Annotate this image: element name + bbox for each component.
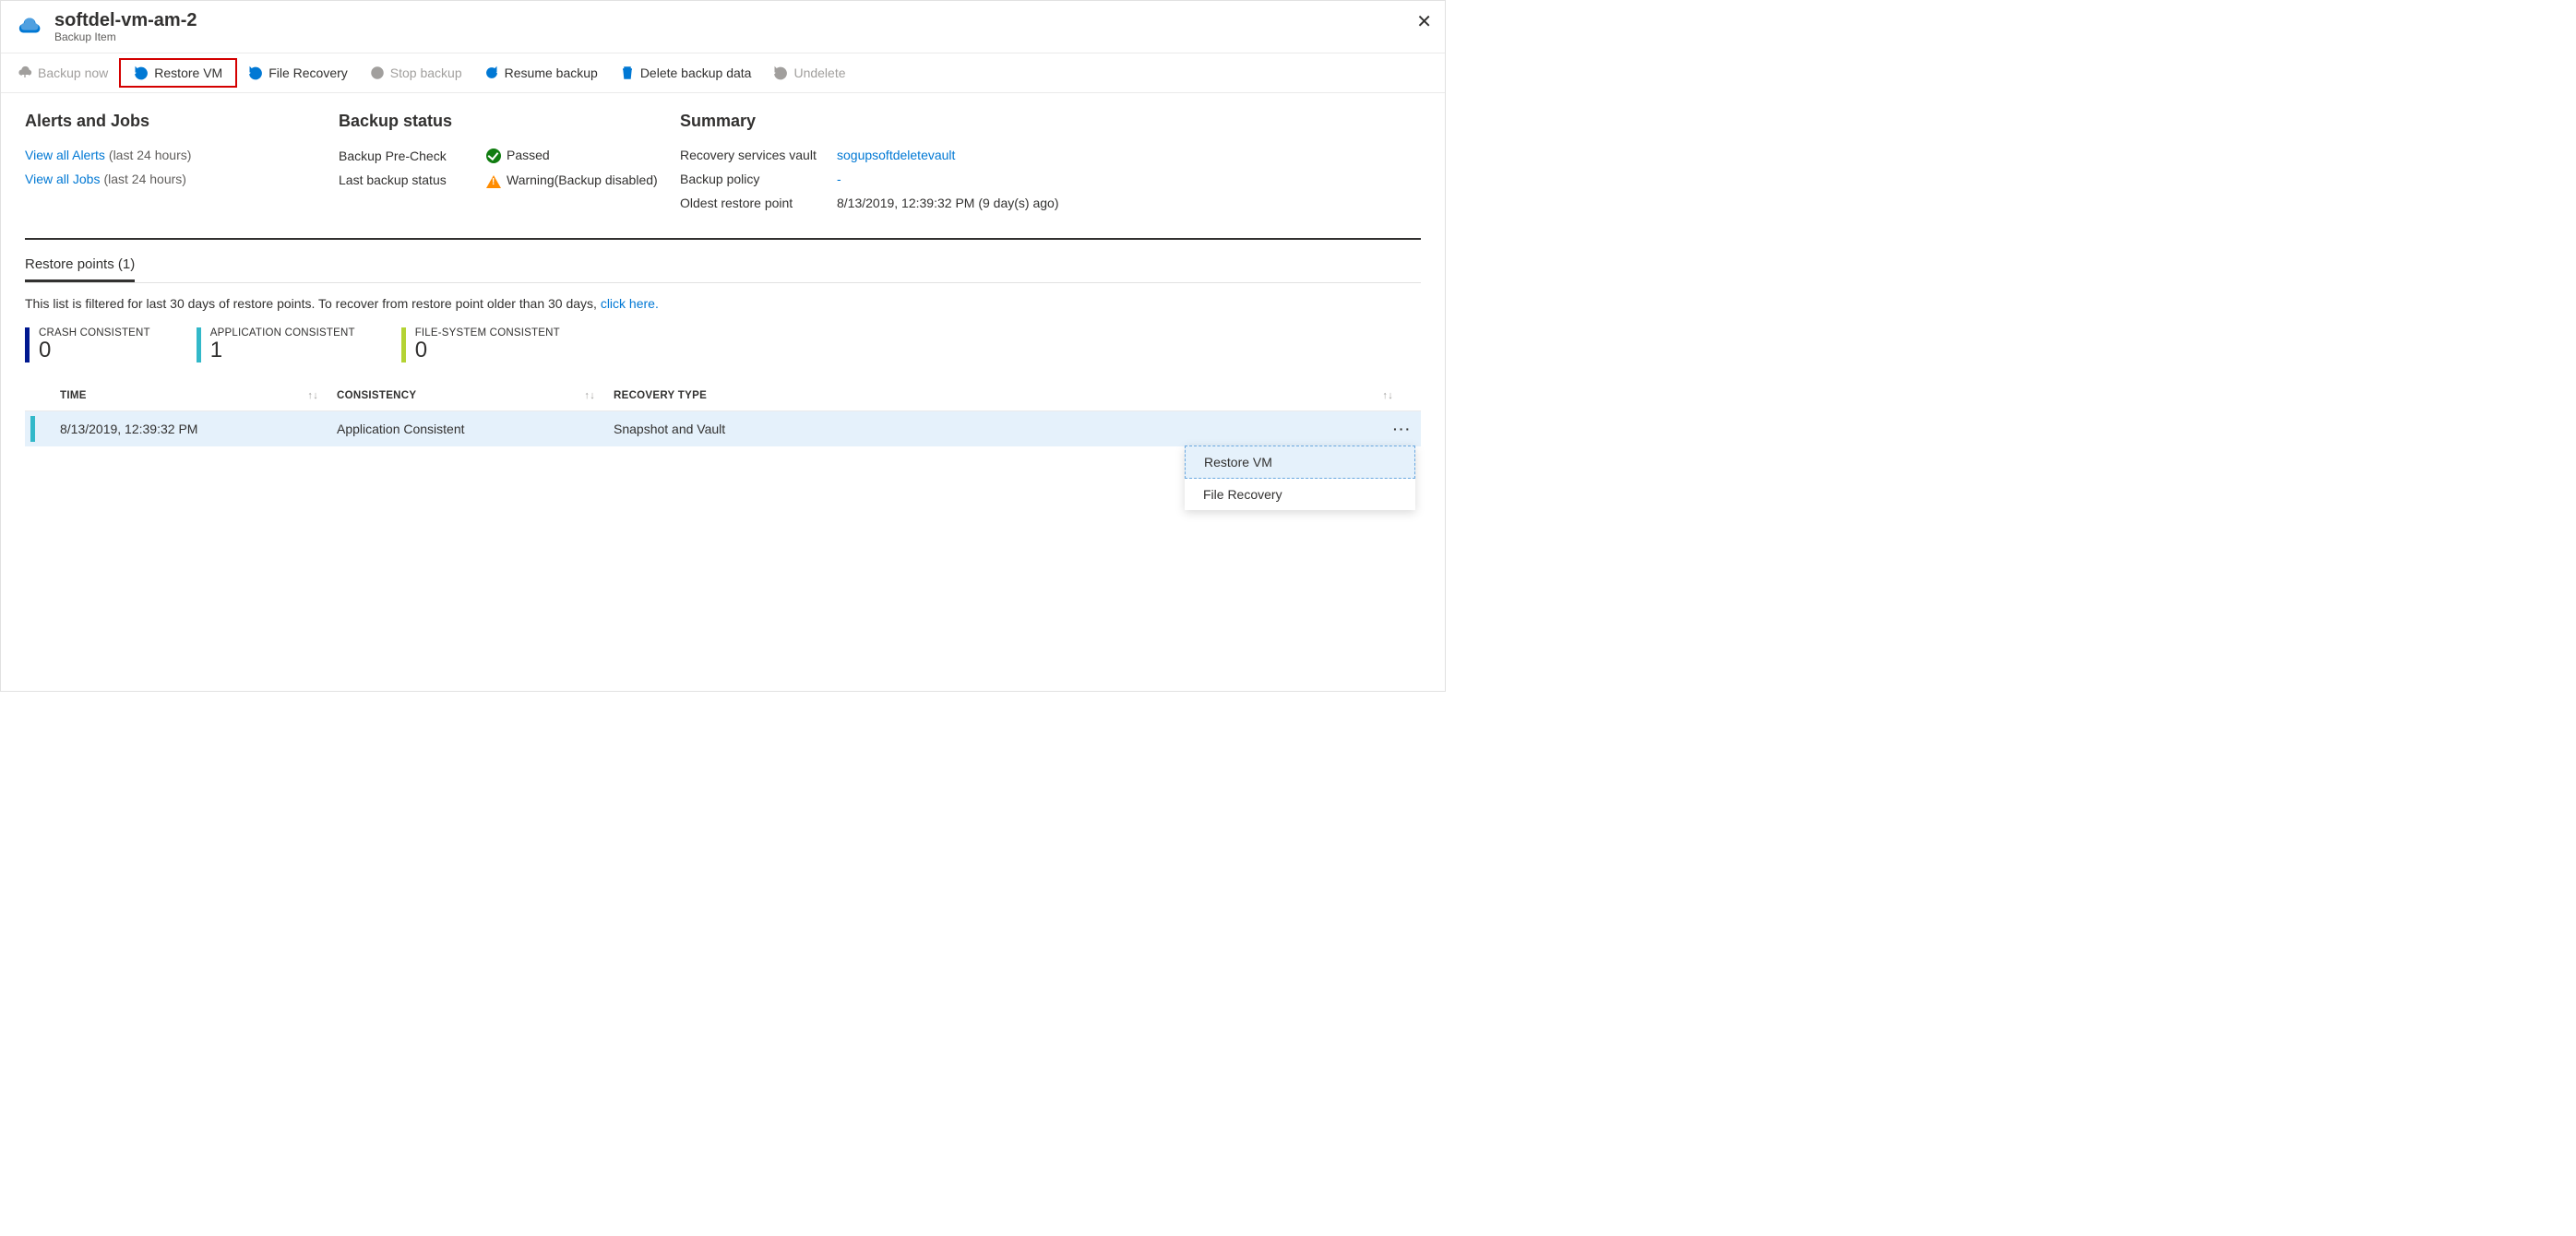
col-recovery-type[interactable]: RECOVERY TYPE↑↓ — [614, 390, 1421, 401]
undo-icon — [134, 65, 149, 80]
vault-label: Recovery services vault — [680, 148, 837, 162]
page-subtitle: Backup Item — [54, 30, 197, 43]
tab-strip: Restore points (1) — [25, 247, 1421, 283]
cell-consistency: Application Consistent — [337, 422, 614, 436]
stat-crash-consistent: CRASH CONSISTENT 0 — [25, 327, 150, 362]
stat-application-consistent: APPLICATION CONSISTENT 1 — [197, 327, 355, 362]
oldest-value: 8/13/2019, 12:39:32 PM (9 day(s) ago) — [837, 196, 1421, 210]
close-icon[interactable]: ✕ — [1416, 10, 1432, 33]
undo-icon — [248, 65, 263, 80]
menu-restore-vm[interactable]: Restore VM — [1185, 446, 1415, 479]
file-recovery-button[interactable]: File Recovery — [237, 60, 359, 86]
backup-item-blade: softdel-vm-am-2 Backup Item ✕ Backup now… — [0, 0, 1446, 692]
vault-link[interactable]: sogupsoftdeletevault — [837, 148, 1421, 162]
undo-icon — [773, 65, 788, 80]
summary-heading: Summary — [680, 112, 1421, 131]
last-24-label: (last 24 hours) — [103, 172, 185, 186]
sort-icon: ↑↓ — [584, 390, 595, 401]
check-icon — [486, 149, 501, 163]
row-more-button[interactable]: ··· — [1393, 422, 1412, 436]
content: Alerts and Jobs View all Alerts (last 24… — [1, 93, 1445, 465]
trash-icon — [620, 65, 635, 80]
table-row[interactable]: 8/13/2019, 12:39:32 PM Application Consi… — [25, 411, 1421, 446]
row-accent — [30, 416, 35, 442]
refresh-icon — [484, 65, 499, 80]
summary-section: Summary Recovery services vault sogupsof… — [680, 112, 1421, 220]
last-24-label: (last 24 hours) — [109, 148, 191, 162]
cell-time: 8/13/2019, 12:39:32 PM — [60, 422, 337, 436]
separator — [25, 238, 1421, 240]
menu-file-recovery[interactable]: File Recovery — [1185, 479, 1415, 510]
backup-now-button: Backup now — [6, 60, 119, 86]
col-consistency[interactable]: CONSISTENCY↑↓ — [337, 390, 614, 401]
consistency-stats: CRASH CONSISTENT 0 APPLICATION CONSISTEN… — [25, 327, 1421, 362]
policy-label: Backup policy — [680, 172, 837, 186]
page-title: softdel-vm-am-2 — [54, 10, 197, 30]
sort-icon: ↑↓ — [307, 390, 318, 401]
precheck-value: Passed — [507, 148, 550, 162]
blade-header: softdel-vm-am-2 Backup Item ✕ — [1, 1, 1445, 47]
last-status-label: Last backup status — [339, 172, 486, 187]
click-here-link[interactable]: click here. — [601, 296, 659, 311]
sort-icon: ↑↓ — [1382, 390, 1393, 401]
delete-backup-data-button[interactable]: Delete backup data — [609, 60, 763, 86]
backup-status-section: Backup status Backup Pre-Check Passed La… — [339, 112, 680, 220]
toolbar: Backup now Restore VM File Recovery Stop… — [1, 53, 1445, 93]
col-time[interactable]: TIME↑↓ — [60, 390, 337, 401]
last-status-value: Warning(Backup disabled) — [507, 172, 658, 187]
filter-note: This list is filtered for last 30 days o… — [25, 296, 1421, 311]
tab-restore-points[interactable]: Restore points (1) — [25, 247, 135, 282]
policy-link[interactable]: - — [837, 172, 1421, 186]
block-icon — [370, 65, 385, 80]
cloud-up-icon — [18, 65, 32, 80]
view-all-alerts-link[interactable]: View all Alerts — [25, 148, 105, 162]
row-context-menu: Restore VM File Recovery — [1185, 446, 1415, 510]
restore-vm-button[interactable]: Restore VM — [119, 58, 237, 88]
cell-recovery-type: Snapshot and Vault — [614, 422, 1421, 436]
precheck-label: Backup Pre-Check — [339, 149, 486, 163]
info-columns: Alerts and Jobs View all Alerts (last 24… — [25, 112, 1421, 220]
cloud-icon — [18, 14, 45, 36]
resume-backup-button[interactable]: Resume backup — [473, 60, 609, 86]
oldest-label: Oldest restore point — [680, 196, 837, 210]
undelete-button: Undelete — [762, 60, 856, 86]
alerts-jobs-heading: Alerts and Jobs — [25, 112, 339, 131]
backup-status-heading: Backup status — [339, 112, 680, 131]
alerts-jobs-section: Alerts and Jobs View all Alerts (last 24… — [25, 112, 339, 220]
warning-icon — [486, 175, 501, 188]
view-all-jobs-link[interactable]: View all Jobs — [25, 172, 100, 186]
stat-file-system-consistent: FILE-SYSTEM CONSISTENT 0 — [401, 327, 560, 362]
stop-backup-button: Stop backup — [359, 60, 473, 86]
grid-header: TIME↑↓ CONSISTENCY↑↓ RECOVERY TYPE↑↓ — [25, 381, 1421, 411]
